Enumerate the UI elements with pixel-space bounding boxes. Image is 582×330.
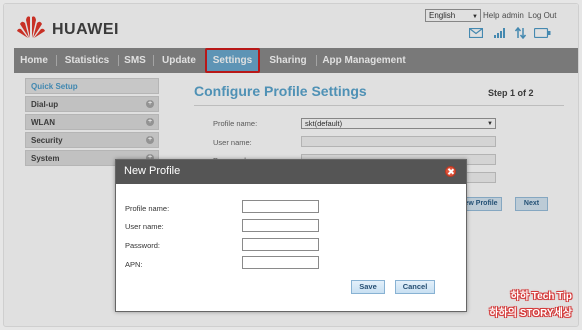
dialog-profile-name-input[interactable]: [242, 200, 319, 213]
dialog-password-label: Password:: [125, 241, 161, 250]
save-button[interactable]: Save: [351, 280, 385, 294]
dialog-user-name-label: User name:: [125, 222, 164, 231]
dialog-password-input[interactable]: [242, 238, 319, 251]
new-profile-dialog: New Profile Profile name: User name: Pas…: [115, 159, 467, 312]
dialog-apn-label: APN:: [125, 260, 143, 269]
dialog-title: New Profile: [124, 165, 181, 177]
router-admin-window: HUAWEI English ▼ Help admin Log Out Home…: [3, 3, 579, 327]
dialog-header: New Profile: [116, 160, 466, 184]
close-icon[interactable]: [445, 166, 456, 177]
dialog-profile-name-label: Profile name:: [125, 204, 170, 213]
dialog-apn-input[interactable]: [242, 256, 319, 269]
watermark-line-2: 하하의 STORY세상: [489, 308, 572, 319]
dialog-user-name-input[interactable]: [242, 219, 319, 232]
watermark-line-1: 하하 Tech Tip: [510, 291, 572, 302]
cancel-button[interactable]: Cancel: [395, 280, 435, 294]
